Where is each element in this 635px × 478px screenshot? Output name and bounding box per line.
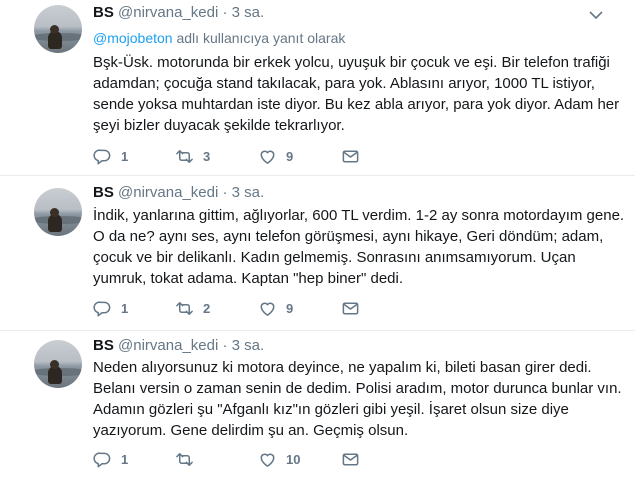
user-handle[interactable]: @nirvana_kedi bbox=[118, 4, 218, 21]
direct-message-icon bbox=[342, 302, 359, 314]
tweet-text-line: adamdan; çocuğa stand takılacak, para yo… bbox=[93, 75, 595, 92]
display-name[interactable]: BS bbox=[93, 184, 114, 201]
retweet-icon bbox=[176, 301, 193, 315]
timestamp[interactable]: 3 sa. bbox=[232, 4, 265, 21]
like-button[interactable]: 9 bbox=[258, 146, 293, 166]
tweet-text-line: çocuk ve bir delikanlı. Kadın gelmemiş. … bbox=[93, 249, 576, 266]
retweet-icon bbox=[176, 452, 193, 466]
direct-message-button[interactable] bbox=[341, 146, 360, 166]
mention-link[interactable]: @mojobeton bbox=[93, 30, 173, 46]
avatar[interactable] bbox=[34, 188, 82, 236]
like-icon bbox=[260, 302, 275, 316]
tweet-text-line: İndik, yanlarına gittim, ağlıyorlar, 600… bbox=[93, 207, 625, 224]
user-handle[interactable]: @nirvana_kedi bbox=[118, 337, 218, 354]
direct-message-icon bbox=[342, 453, 359, 465]
reply-icon bbox=[93, 300, 111, 316]
reply-button[interactable]: 1 bbox=[93, 449, 128, 469]
timestamp[interactable]: 3 sa. bbox=[232, 184, 265, 201]
reply-context: @mojobeton adlı kullanıcıya yanıt olarak bbox=[93, 29, 345, 47]
retweet-button[interactable]: 3 bbox=[175, 146, 210, 166]
reply-button[interactable]: 1 bbox=[93, 146, 128, 166]
direct-message-button[interactable] bbox=[341, 298, 360, 318]
tweet-actions: 1 10 bbox=[93, 449, 373, 469]
like-icon bbox=[260, 453, 275, 467]
tweet: BS @nirvana_kedi · 3 sa. Neden alıyorsun… bbox=[0, 330, 635, 478]
tweet-header: BS @nirvana_kedi · 3 sa. bbox=[93, 4, 264, 22]
avatar[interactable] bbox=[34, 340, 82, 388]
tweet-actions: 1 3 9 bbox=[93, 146, 373, 166]
separator: · bbox=[222, 184, 228, 201]
tweet-header: BS @nirvana_kedi · 3 sa. bbox=[93, 337, 264, 355]
retweet-icon bbox=[176, 149, 193, 163]
separator: · bbox=[222, 337, 228, 354]
retweet-button[interactable]: 2 bbox=[175, 298, 210, 318]
tweet-text-line: Bşk-Üsk. motorunda bir erkek yolcu, uyuş… bbox=[93, 54, 610, 71]
tweet-text: İndik, yanlarına gittim, ağlıyorlar, 600… bbox=[93, 205, 625, 289]
reply-count: 1 bbox=[121, 148, 129, 164]
tweet-text-line: yumruk, tokat adama. Kaptan "hep biner" … bbox=[93, 270, 403, 287]
tweet-text-line: O da ne? aynı ses, aynı telefon görüşmes… bbox=[93, 228, 604, 245]
separator: · bbox=[222, 4, 228, 21]
tweet-text: Bşk-Üsk. motorunda bir erkek yolcu, uyuş… bbox=[93, 52, 620, 136]
tweet: BS @nirvana_kedi · 3 sa. İndik, yanların… bbox=[0, 175, 635, 330]
like-button[interactable]: 10 bbox=[258, 449, 300, 469]
display-name[interactable]: BS bbox=[93, 337, 114, 354]
tweet: BS @nirvana_kedi · 3 sa. @mojobeton adlı… bbox=[0, 0, 635, 175]
reply-button[interactable]: 1 bbox=[93, 298, 128, 318]
direct-message-icon bbox=[342, 150, 359, 162]
tweet-text-line: Adamın gözleri şu "Afganlı kız"ın gözler… bbox=[93, 401, 569, 418]
tweet-text: Neden alıyorsunuz ki motora deyince, ne … bbox=[93, 357, 622, 441]
reply-icon bbox=[93, 451, 111, 467]
reply-count: 1 bbox=[121, 451, 129, 467]
retweet-button[interactable] bbox=[175, 449, 203, 469]
chevron-down-icon[interactable] bbox=[589, 10, 603, 20]
timestamp[interactable]: 3 sa. bbox=[232, 337, 265, 354]
like-count: 9 bbox=[286, 148, 294, 164]
tweet-actions: 1 2 9 bbox=[93, 298, 373, 318]
tweet-text-line: Neden alıyorsunuz ki motora deyince, ne … bbox=[93, 359, 592, 376]
tweet-text-line: yazıyorum. Gene delirdim şu an. Geçmiş o… bbox=[93, 422, 409, 439]
retweet-count: 3 bbox=[203, 148, 211, 164]
direct-message-button[interactable] bbox=[341, 449, 360, 469]
like-count: 10 bbox=[286, 451, 301, 467]
reply-context-text: adlı kullanıcıya yanıt olarak bbox=[176, 30, 346, 46]
like-icon bbox=[260, 150, 275, 164]
tweet-text-line: sende yoksa muhtardan iste diyor. Bu kez… bbox=[93, 96, 620, 113]
retweet-count: 2 bbox=[203, 300, 211, 316]
reply-icon bbox=[93, 148, 111, 164]
display-name[interactable]: BS bbox=[93, 4, 114, 21]
avatar[interactable] bbox=[34, 5, 82, 53]
user-handle[interactable]: @nirvana_kedi bbox=[118, 184, 218, 201]
tweet-text-line: şeyi bizler duyacak şekilde tekrarlıyor. bbox=[93, 117, 345, 134]
like-count: 9 bbox=[286, 300, 294, 316]
tweet-text-line: Belanı versin o zaman senin de dedim. Po… bbox=[93, 380, 622, 397]
like-button[interactable]: 9 bbox=[258, 298, 293, 318]
reply-count: 1 bbox=[121, 300, 129, 316]
tweet-header: BS @nirvana_kedi · 3 sa. bbox=[93, 184, 264, 202]
